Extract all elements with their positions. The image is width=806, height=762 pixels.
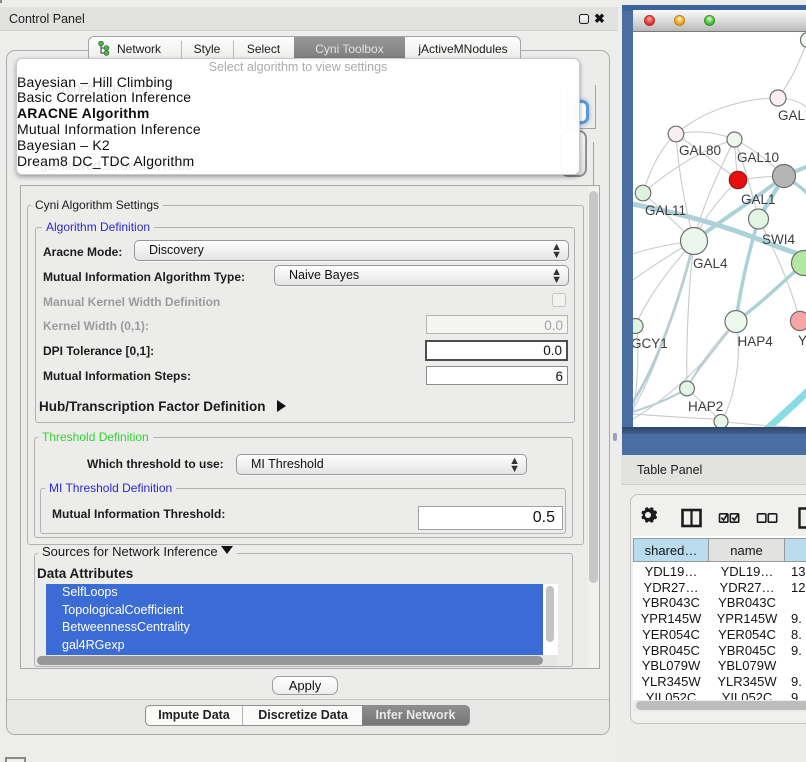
- svg-text:GCY1: GCY1: [633, 336, 668, 351]
- svg-text:GAL11: GAL11: [645, 203, 686, 218]
- svg-text:GAL4: GAL4: [693, 256, 728, 271]
- svg-text:GAL7: GAL7: [778, 108, 806, 123]
- svg-text:HAP2: HAP2: [688, 399, 723, 414]
- svg-text:GAL1: GAL1: [741, 192, 776, 207]
- svg-text:GAL10: GAL10: [737, 150, 779, 165]
- svg-text:Y: Y: [798, 333, 806, 348]
- svg-text:SWI4: SWI4: [762, 232, 795, 247]
- svg-text:HAP4: HAP4: [738, 334, 774, 349]
- svg-text:GAL80: GAL80: [679, 143, 721, 158]
